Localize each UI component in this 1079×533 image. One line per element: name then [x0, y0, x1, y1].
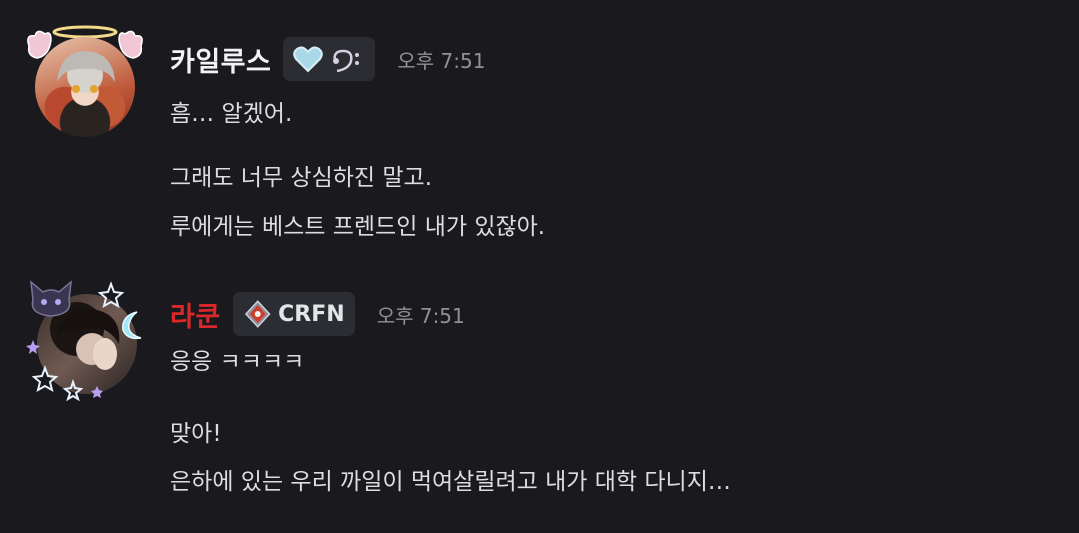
message-line-2-1: 응응 ㅋㅋㅋㅋ	[170, 349, 305, 375]
avatar-art	[57, 51, 115, 93]
bass-clef-icon	[333, 49, 360, 73]
user-tag-2[interactable]: CRFN	[232, 292, 355, 336]
message-line-1-1: 흠… 알겠어.	[170, 101, 293, 127]
message-line-2-2: 맞아!	[170, 421, 222, 447]
avatar-image-kailus	[35, 37, 135, 137]
diamond-pin-icon	[244, 300, 271, 328]
message-line-2-3: 은하에 있는 우리 까일이 먹여살릴려고 내가 대학 다니지…	[170, 469, 731, 495]
message-group-1: 카일루스 오후 7:51 흠… 알겠어. 그래도 너무 상심하진 말고. 루에게…	[0, 0, 1079, 260]
username-racoon[interactable]: 라쿤	[170, 295, 221, 334]
timestamp-1: 오후 7:51	[397, 48, 486, 73]
heart-icon	[293, 46, 324, 73]
message-group-2: 라쿤 CRFN 오후 7:51 응응 ㅋㅋㅋㅋ 맞아! 은하에 있는 우리 까일…	[0, 260, 1079, 533]
user-tag-1[interactable]	[283, 37, 376, 81]
message-line-1-2: 그래도 너무 상심하진 말고.	[170, 165, 433, 191]
tag-label-crfn: CRFN	[278, 301, 345, 327]
star-icon	[26, 281, 125, 402]
message-line-1-3: 루에게는 베스트 프렌드인 내가 있잖아.	[170, 214, 546, 240]
username-kailus[interactable]: 카일루스	[170, 40, 271, 79]
timestamp-2: 오후 7:51	[376, 303, 465, 328]
avatar-with-decoration-2[interactable]	[25, 278, 155, 408]
avatar-with-decoration-1[interactable]	[25, 22, 155, 152]
